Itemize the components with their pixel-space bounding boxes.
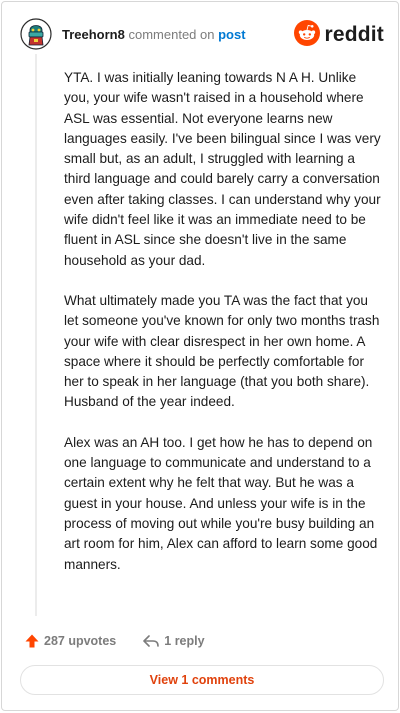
post-link[interactable]: post [218,27,245,42]
comment-header: Treehorn8 commented on post reddit [20,16,384,52]
comment-paragraph: Alex was an AH too. I get how he has to … [64,434,378,572]
comment-paragraph: YTA. I was initially leaning towards N A… [64,70,381,268]
reddit-logo-icon [294,19,321,51]
upvote-arrow-icon [24,633,40,649]
avatar[interactable] [20,18,52,50]
reddit-logo[interactable]: reddit [294,19,384,51]
comment-body: YTA. I was initially leaning towards N A… [64,68,384,595]
reddit-wordmark: reddit [324,23,384,46]
reply-button[interactable]: 1 reply [138,633,205,649]
view-comments-button[interactable]: View 1 comments [20,665,384,695]
comment-actions: 287 upvotes 1 reply [20,630,205,652]
username-link[interactable]: Treehorn8 [62,27,125,42]
comment-card: Treehorn8 commented on post reddit YTA. … [1,1,399,711]
reply-arrow-icon [142,633,160,649]
reply-count: 1 reply [164,634,205,648]
thread-line[interactable] [35,54,37,616]
action-text: commented on [128,27,215,42]
comment-paragraph: What ultimately made you TA was the fact… [64,292,380,410]
upvote-count: 287 upvotes [44,634,117,648]
upvote-button[interactable]: 287 upvotes [20,633,116,649]
comment-meta: Treehorn8 commented on post [62,27,246,42]
